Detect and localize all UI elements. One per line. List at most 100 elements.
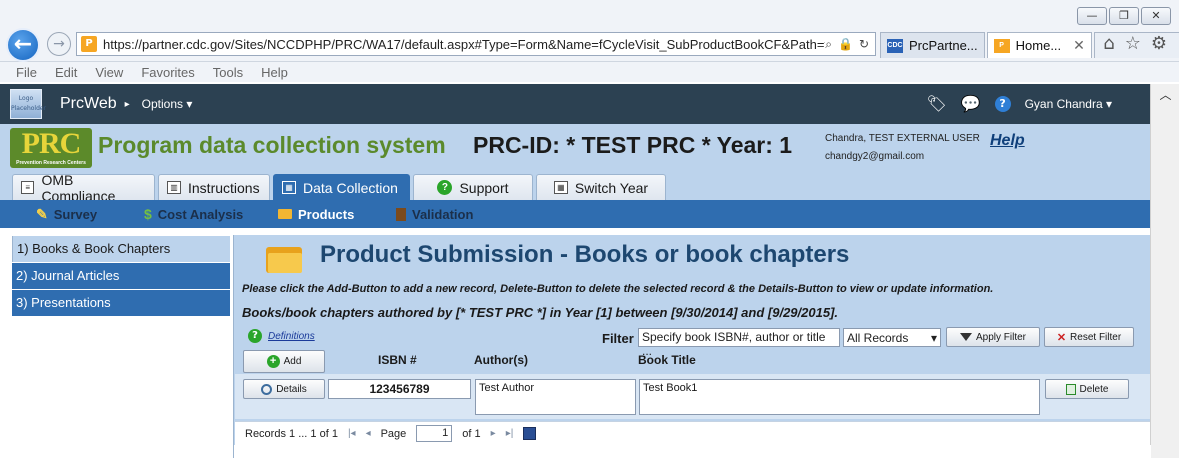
help-icon: ?	[437, 180, 453, 195]
close-icon[interactable]: ✕	[1073, 37, 1085, 54]
favorites-star-icon[interactable]: ☆	[1125, 33, 1141, 54]
prc-logo-text: PRC	[21, 127, 82, 160]
page-header: PRC Prevention Research Centers Program …	[0, 124, 1150, 172]
main-tabs: ≡ OMB Compliance ▥ Instructions ▦ Data C…	[0, 172, 1150, 204]
column-header-isbn: ISBN #	[378, 353, 417, 367]
lock-icon[interactable]: 🔒	[838, 37, 853, 52]
book-title-cell[interactable]: Test Book1	[639, 379, 1040, 415]
menu-file[interactable]: File	[16, 65, 37, 80]
tab-instructions[interactable]: ▥ Instructions	[158, 174, 270, 200]
next-page-icon[interactable]: ▸	[491, 428, 496, 439]
chat-icon[interactable]: 💬	[961, 94, 981, 113]
refresh-icon[interactable]: ↻	[859, 37, 869, 52]
folder-icon	[266, 243, 302, 273]
left-menu: 1) Books & Book Chapters 2) Journal Arti…	[0, 228, 233, 458]
tab-switch-year[interactable]: ▦ Switch Year	[536, 174, 666, 200]
browser-tab-home[interactable]: P Home... ✕	[986, 32, 1092, 58]
filter-input[interactable]: Specify book ISBN#, author or title ...	[638, 328, 840, 358]
url-text[interactable]: https://partner.cdc.gov/Sites/NCCDPHP/PR…	[103, 37, 825, 52]
address-bar[interactable]: P https://partner.cdc.gov/Sites/NCCDPHP/…	[76, 32, 876, 56]
pencil-icon: ✎	[36, 205, 48, 222]
window-controls: — ❐ ✕	[1077, 7, 1171, 25]
author-cell[interactable]: Test Author	[475, 379, 636, 415]
home-icon[interactable]: ⌂	[1103, 33, 1114, 54]
user-menu[interactable]: Gyan Chandra ▾	[1025, 97, 1112, 111]
subnav-label: Survey	[53, 206, 98, 222]
book-icon	[396, 207, 406, 221]
add-button[interactable]: + Add	[243, 350, 325, 373]
tab-data-collection[interactable]: ▦ Data Collection	[273, 174, 410, 200]
tag-icon[interactable]: 🏷	[926, 94, 946, 113]
delete-button[interactable]: Delete	[1045, 379, 1129, 399]
vertical-scrollbar[interactable]: ︿	[1150, 84, 1179, 458]
prc-id-title: PRC-ID: * TEST PRC * Year: 1	[473, 132, 793, 158]
cdc-icon: CDC	[887, 38, 903, 53]
help-icon[interactable]: ?	[994, 95, 1011, 112]
caret-right-icon: ▸	[124, 98, 130, 110]
left-menu-books[interactable]: 1) Books & Book Chapters	[12, 236, 230, 262]
column-header-authors: Author(s)	[474, 353, 528, 367]
prc-favicon-icon: P	[81, 36, 97, 52]
back-arrow-icon[interactable]: ←	[6, 28, 40, 62]
close-icon[interactable]: ✕	[1141, 7, 1171, 25]
left-menu-journal-articles[interactable]: 2) Journal Articles	[12, 263, 230, 289]
prc-logo-subtitle: Prevention Research Centers	[16, 160, 86, 166]
options-menu[interactable]: Options ▾	[142, 97, 193, 111]
forward-arrow-icon[interactable]: →	[47, 32, 71, 56]
user-info: Chandra, TEST EXTERNAL USER chandgy2@gma…	[825, 130, 980, 166]
gear-icon[interactable]: ⚙	[1151, 33, 1167, 54]
browser-menubar: File Edit View Favorites Tools Help	[0, 62, 1179, 82]
menu-favorites[interactable]: Favorites	[141, 65, 194, 80]
reset-filter-label: Reset Filter	[1070, 331, 1122, 343]
prev-page-icon[interactable]: ◂	[366, 428, 371, 439]
details-button[interactable]: Details	[243, 379, 325, 399]
minimize-icon[interactable]: —	[1077, 7, 1107, 25]
tab-label: Instructions	[188, 179, 260, 196]
first-page-icon[interactable]: |◂	[348, 428, 356, 439]
options-label: Options	[141, 97, 183, 111]
save-icon[interactable]	[523, 427, 537, 440]
subnav-validation[interactable]: Validation	[396, 200, 473, 228]
scroll-up-icon[interactable]: ︿	[1151, 84, 1179, 106]
tab-label: Data Collection	[303, 179, 398, 196]
app-topbar: Logo Placeholder PrcWeb ▸ Options ▾ 🏷 💬 …	[0, 84, 1150, 124]
tab-label: PrcPartne...	[909, 38, 978, 53]
document-icon: ≡	[21, 181, 35, 194]
menu-help[interactable]: Help	[261, 65, 288, 80]
tab-omb-compliance[interactable]: ≡ OMB Compliance	[12, 172, 155, 204]
magnifier-icon	[261, 383, 273, 395]
calendar-icon: ▦	[553, 181, 568, 194]
content-panel: Product Submission - Books or book chapt…	[233, 235, 1151, 458]
user-name: Gyan Chandra	[1024, 96, 1103, 111]
subnav-label: Products	[298, 206, 355, 222]
filter-select[interactable]: All Records ▾	[843, 328, 941, 347]
subnav-cost-analysis[interactable]: $ Cost Analysis	[144, 200, 243, 228]
app-logo[interactable]: Logo Placeholder	[10, 89, 46, 119]
app-name[interactable]: PrcWeb	[60, 95, 117, 113]
search-icon[interactable]: ⌕	[825, 37, 832, 52]
tab-label: OMB Compliance	[41, 171, 116, 204]
subnav-label: Cost Analysis	[157, 206, 244, 222]
subnav-survey[interactable]: ✎ Survey	[36, 200, 97, 228]
page-number-input[interactable]: 1	[416, 425, 453, 442]
menu-edit[interactable]: Edit	[55, 65, 77, 80]
help-link[interactable]: Help	[990, 132, 1025, 150]
chevron-down-icon: ▾	[930, 330, 937, 345]
left-menu-presentations[interactable]: 3) Presentations	[12, 290, 230, 316]
subnav-products[interactable]: Products	[278, 200, 354, 228]
menu-tools[interactable]: Tools	[213, 65, 243, 80]
browser-tab-prcpartner[interactable]: CDC PrcPartne...	[880, 32, 985, 58]
pager: Records 1 ... 1 of 1 |◂ ◂ Page 1 of 1 ▸ …	[235, 421, 1150, 445]
apply-filter-button[interactable]: Apply Filter	[946, 327, 1040, 347]
maximize-icon[interactable]: ❐	[1109, 7, 1139, 25]
menu-view[interactable]: View	[95, 65, 123, 80]
table-row: Details 123456789 Test Author Test Book1…	[235, 374, 1150, 419]
reset-filter-button[interactable]: ✕ Reset Filter	[1044, 327, 1134, 347]
last-page-icon[interactable]: ▸|	[506, 428, 514, 439]
definitions-link[interactable]: Definitions	[268, 331, 315, 342]
isbn-cell[interactable]: 123456789	[328, 379, 471, 399]
subnav-label: Validation	[412, 206, 474, 222]
tab-support[interactable]: ? Support	[413, 174, 533, 200]
table-icon: ▦	[282, 181, 296, 194]
folder-icon	[278, 209, 292, 219]
